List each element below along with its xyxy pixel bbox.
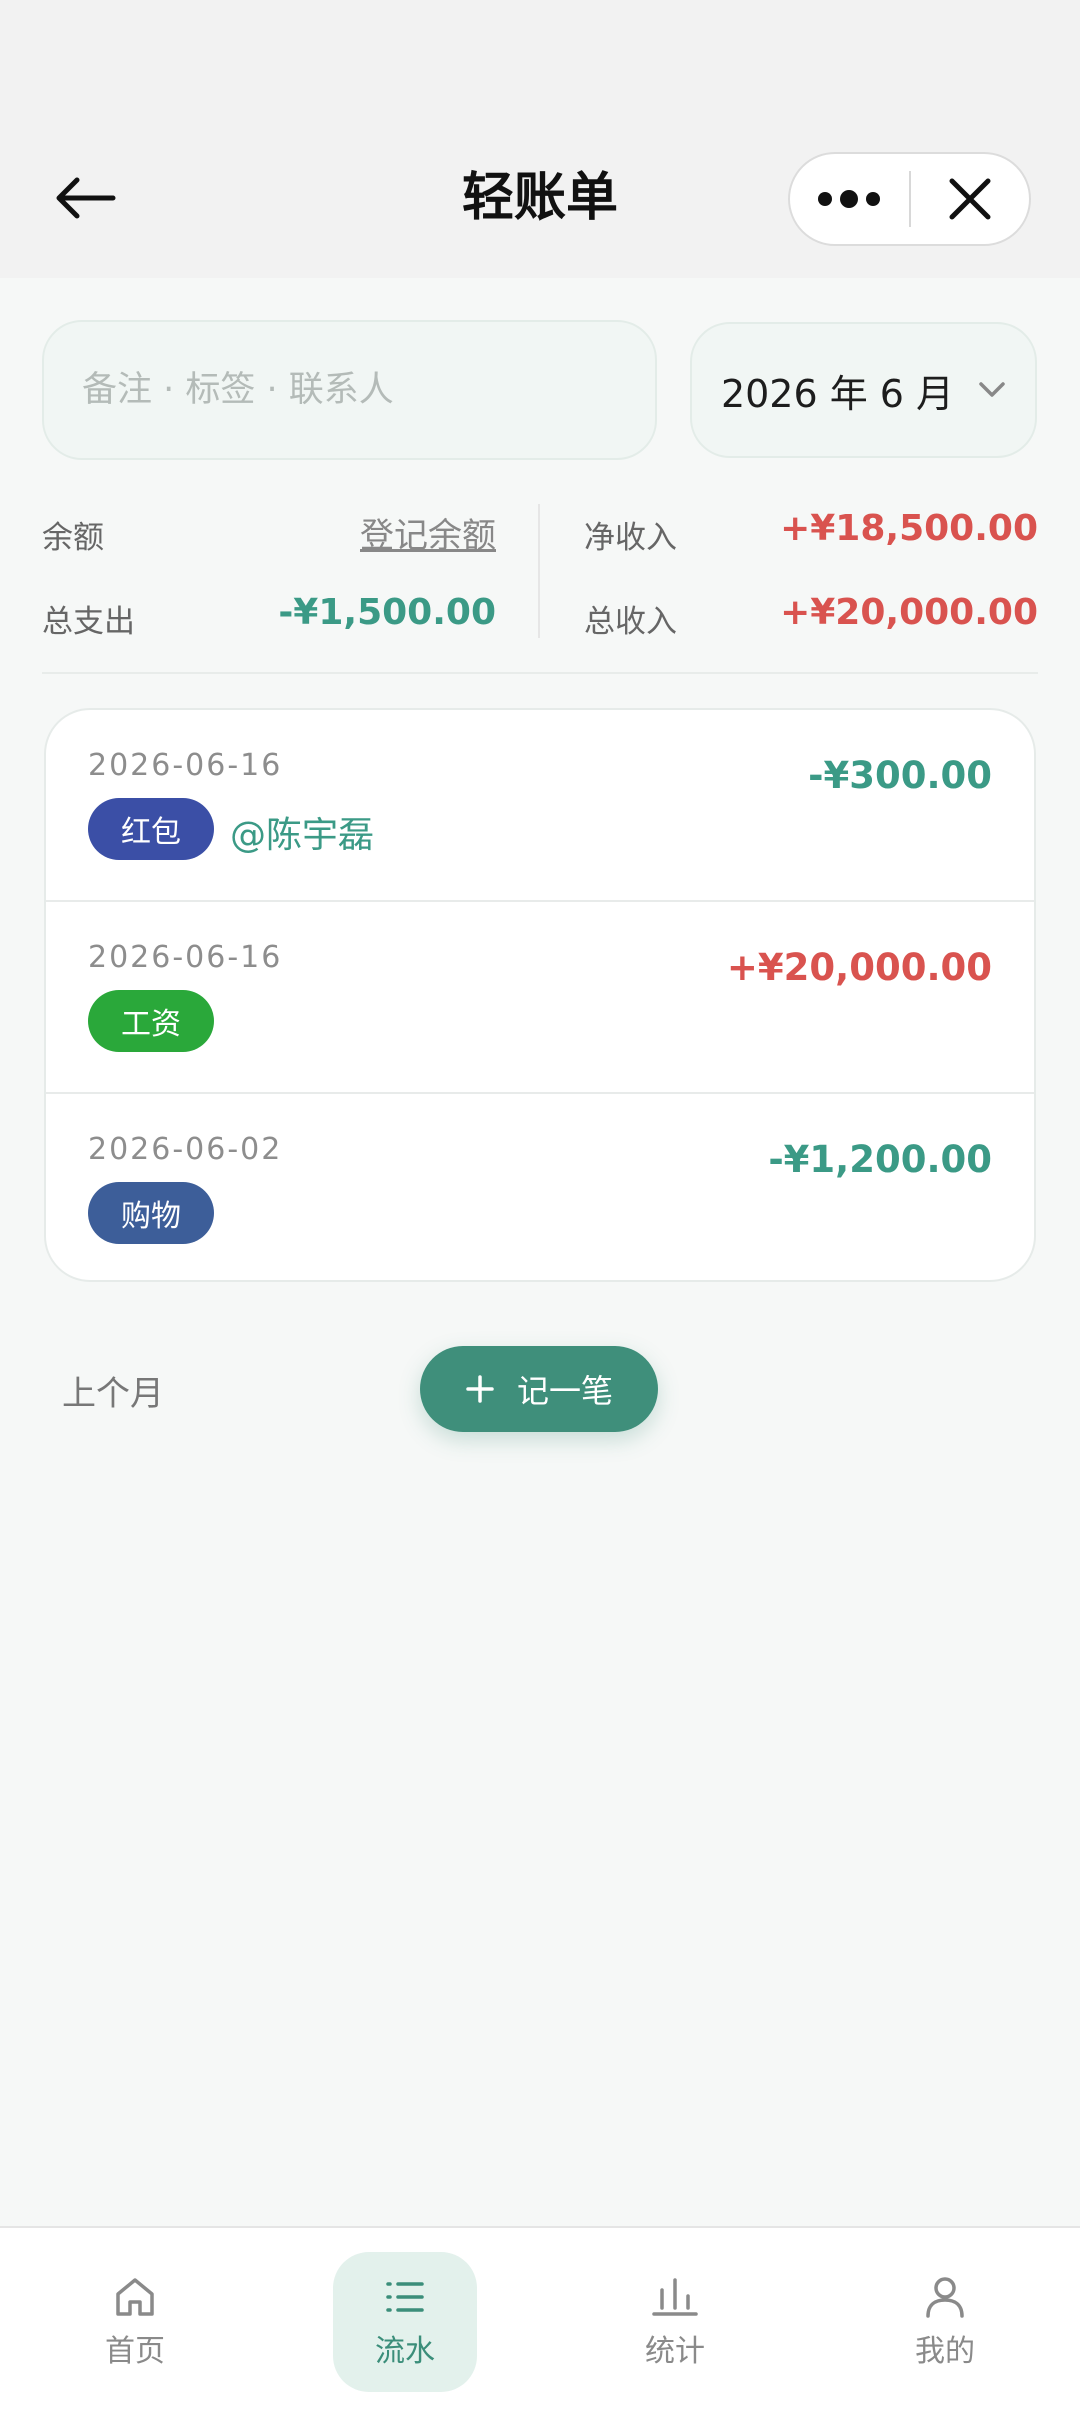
transaction-amount: -¥1,200.00 bbox=[768, 1138, 992, 1181]
net-income-value: +¥18,500.00 bbox=[780, 508, 1038, 549]
total-expense-label: 总支出 bbox=[42, 604, 135, 640]
list-icon bbox=[386, 2282, 424, 2312]
more-dots-icon bbox=[818, 190, 881, 208]
transaction-list: 2026-06-16 红包 @陈宇磊 -¥300.00 2026-06-16 工… bbox=[44, 708, 1036, 1282]
close-icon bbox=[949, 178, 991, 220]
summary-divider bbox=[538, 504, 540, 638]
more-button[interactable] bbox=[790, 154, 909, 244]
search-input[interactable] bbox=[82, 370, 655, 410]
section-divider bbox=[42, 672, 1038, 674]
category-tag: 购物 bbox=[88, 1182, 214, 1244]
list-item[interactable]: 2026-06-16 工资 +¥20,000.00 bbox=[46, 902, 1034, 1094]
mini-program-capsule bbox=[788, 152, 1031, 246]
bar-chart-icon bbox=[652, 2278, 698, 2316]
month-selector[interactable]: 2026 年 6 月 bbox=[690, 322, 1037, 458]
add-record-button[interactable]: 记一笔 bbox=[420, 1346, 658, 1432]
category-tag: 红包 bbox=[88, 798, 214, 860]
transaction-date: 2026-06-02 bbox=[88, 1132, 283, 1167]
balance-label: 余额 bbox=[42, 520, 104, 556]
list-item[interactable]: 2026-06-16 红包 @陈宇磊 -¥300.00 bbox=[46, 710, 1034, 902]
summary-panel: 余额 登记余额 净收入 +¥18,500.00 总支出 -¥1,500.00 总… bbox=[42, 500, 1038, 640]
search-field[interactable] bbox=[42, 320, 657, 460]
total-expense-value: -¥1,500.00 bbox=[278, 592, 496, 633]
user-icon bbox=[926, 2277, 964, 2318]
tab-label: 我的 bbox=[915, 2334, 975, 2369]
close-button[interactable] bbox=[911, 154, 1030, 244]
tab-statistics[interactable]: 统计 bbox=[603, 2252, 747, 2392]
total-income-label: 总收入 bbox=[584, 604, 677, 640]
tab-label: 首页 bbox=[105, 2334, 165, 2369]
tab-transactions[interactable]: 流水 bbox=[333, 2252, 477, 2392]
transaction-amount: +¥20,000.00 bbox=[726, 946, 992, 989]
net-income-label: 净收入 bbox=[584, 520, 677, 556]
transaction-date: 2026-06-16 bbox=[88, 940, 283, 975]
category-tag: 工资 bbox=[88, 990, 214, 1052]
bottom-tab-bar: 首页 流水 统计 我的 bbox=[0, 2226, 1080, 2414]
total-income-value: +¥20,000.00 bbox=[780, 592, 1038, 633]
list-item[interactable]: 2026-06-02 购物 -¥1,200.00 bbox=[46, 1094, 1034, 1280]
add-record-label: 记一笔 bbox=[516, 1372, 613, 1410]
transaction-amount: -¥300.00 bbox=[808, 754, 992, 797]
plus-icon bbox=[466, 1375, 494, 1403]
tab-profile[interactable]: 我的 bbox=[873, 2252, 1017, 2392]
tab-label: 统计 bbox=[645, 2334, 705, 2369]
month-label: 2026 年 6 月 bbox=[720, 371, 955, 416]
prev-month-link[interactable]: 上个月 bbox=[62, 1366, 164, 1415]
home-icon bbox=[116, 2278, 154, 2316]
register-balance-link[interactable]: 登记余额 bbox=[360, 508, 496, 557]
chevron-down-icon bbox=[979, 382, 1005, 397]
top-bar: 轻账单 bbox=[0, 0, 1080, 278]
transaction-date: 2026-06-16 bbox=[88, 748, 283, 783]
tab-label: 流水 bbox=[375, 2334, 435, 2369]
tab-home[interactable]: 首页 bbox=[63, 2252, 207, 2392]
contact-name: @陈宇磊 bbox=[230, 815, 375, 856]
